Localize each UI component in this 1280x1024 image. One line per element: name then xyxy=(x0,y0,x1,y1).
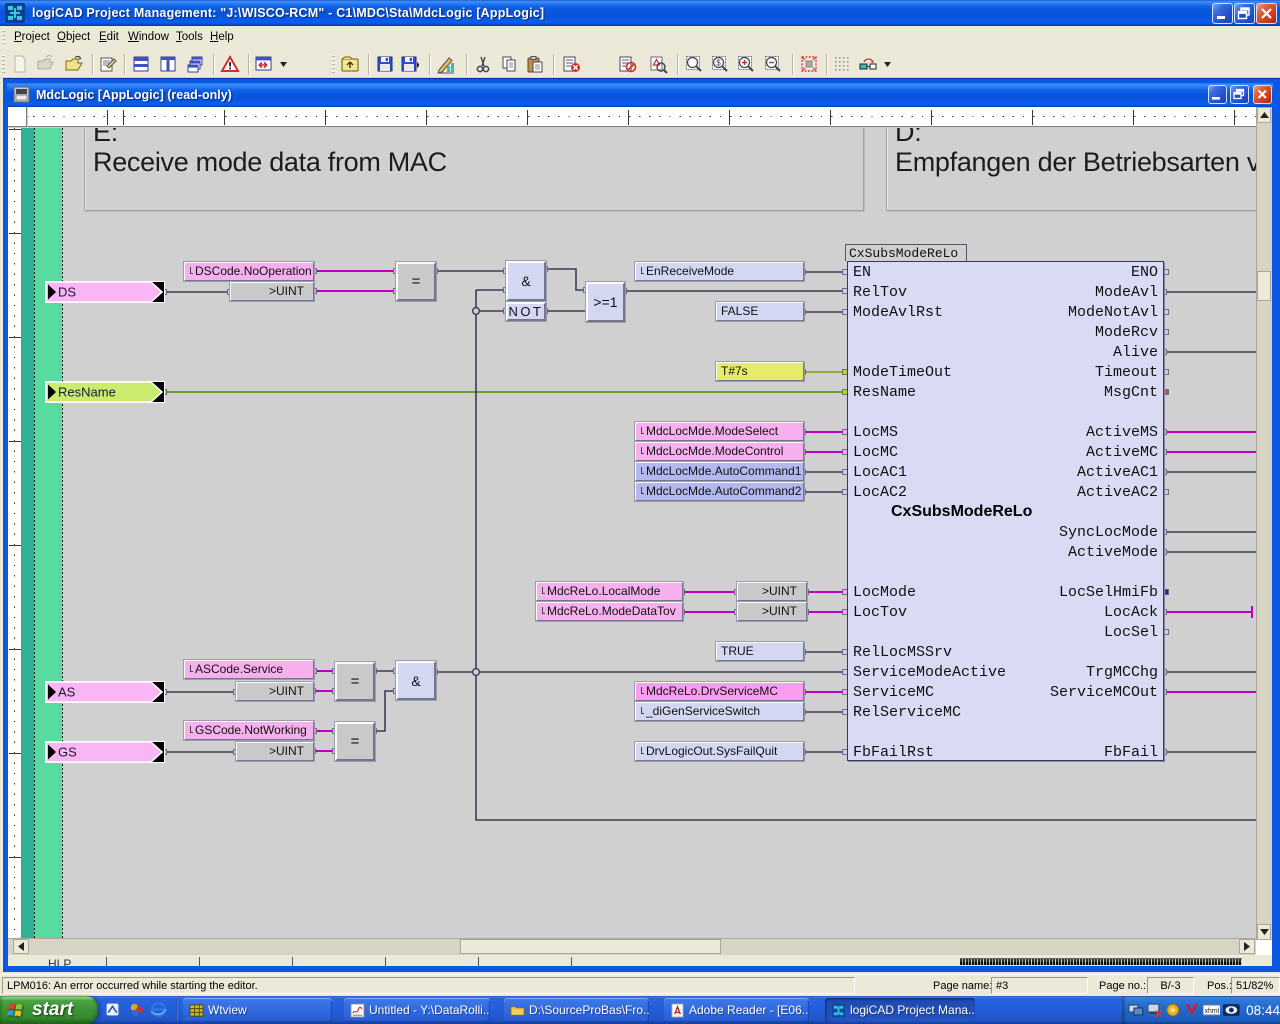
svg-text:$: $ xyxy=(716,59,721,68)
svg-text:AS: AS xyxy=(58,685,76,700)
svg-text:GS: GS xyxy=(58,745,77,760)
svg-text:xhml: xhml xyxy=(1204,1008,1219,1015)
svg-text:ResName: ResName xyxy=(58,385,116,400)
svg-text:DS: DS xyxy=(58,285,76,300)
